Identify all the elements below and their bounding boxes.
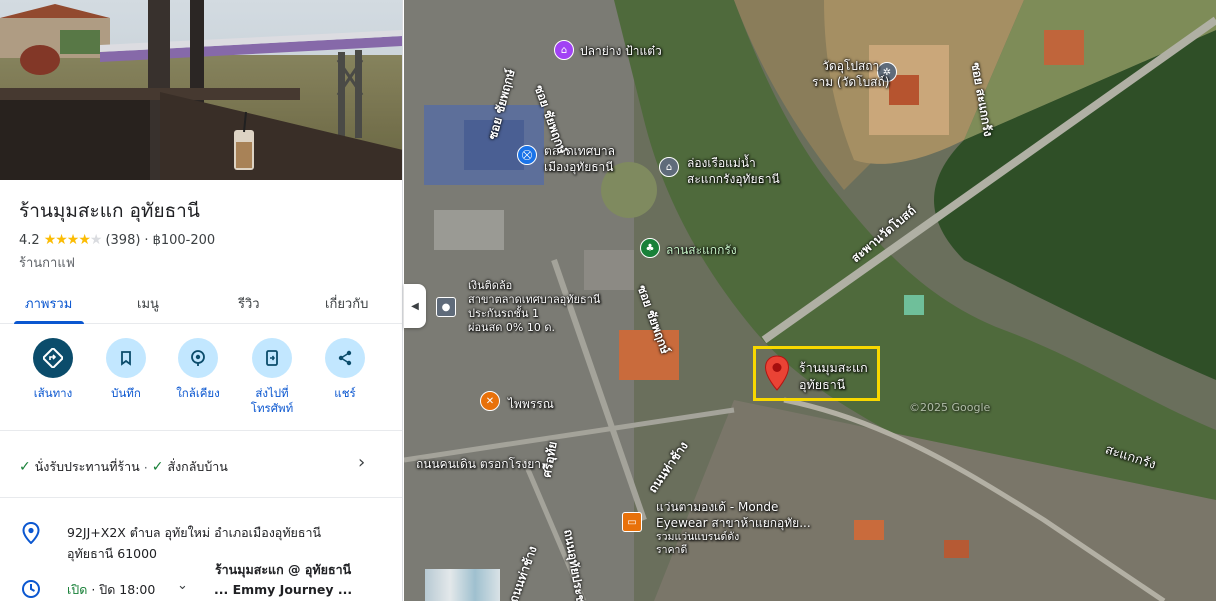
tab-reviews[interactable]: รีวิว xyxy=(238,293,260,314)
chevron-down-icon[interactable]: ⌄ xyxy=(177,578,188,593)
dot-separator: · xyxy=(91,582,96,597)
park-icon[interactable]: ♣ xyxy=(640,238,660,258)
tab-bar: ภาพรวม เมนู รีวิว เกี่ยวกับ xyxy=(0,284,402,324)
restaurant-icon[interactable]: ✕ xyxy=(480,391,500,411)
map-label-phaiphan[interactable]: ไพพรรณ xyxy=(508,396,554,412)
tab-menu[interactable]: เมนู xyxy=(137,293,159,314)
place-title: ร้านมุมสะแก อุทัยธานี xyxy=(19,200,200,222)
caption-line-1: ร้านมุมสะแก @ อุทัยธานี xyxy=(214,562,352,577)
nearby-label: ใกล้เคียง xyxy=(176,386,220,400)
map-label-monde[interactable]: แว่นตามองเด้ - Monde Eyewear สาขาห้าแยกอ… xyxy=(656,499,811,557)
monde-line-2: Eyewear สาขาห้าแยกอุทัย... xyxy=(656,516,811,530)
divider xyxy=(0,497,402,498)
selected-line-2: อุทัยธานี xyxy=(799,377,846,392)
caption-line-2: ... Emmy Journey ... xyxy=(214,582,353,597)
save-label: บันทึก xyxy=(111,386,141,400)
store-icon[interactable]: ▭ xyxy=(622,512,642,532)
tab-about[interactable]: เกี่ยวกับ xyxy=(325,293,368,314)
atm-line-1: เงินติดล้อ xyxy=(468,279,513,292)
chevron-left-icon: ◀ xyxy=(411,300,419,312)
address-line-1: 92JJ+X2X ตำบล อุทัยใหม่ อำเภอเมืองอุทัยธ… xyxy=(67,525,322,540)
dot-separator: · xyxy=(144,232,149,248)
price-range: ฿100-200 xyxy=(152,232,216,248)
address[interactable]: 92JJ+X2X ตำบล อุทัยใหม่ อำเภอเมืองอุทัยธ… xyxy=(67,522,321,564)
monde-line-3: รวมแว่นแบรนด์ดัง xyxy=(656,531,740,543)
share-label: แชร์ xyxy=(334,386,356,400)
selected-place-label[interactable]: ร้านมุมสะแก อุทัยธานี xyxy=(799,359,868,393)
directions-button[interactable]: เส้นทาง xyxy=(17,337,89,401)
review-count[interactable]: (398) xyxy=(105,233,140,248)
share-button[interactable]: แชร์ xyxy=(309,337,381,401)
boat-line-2: สะแกกรังอุทัยธานี xyxy=(687,172,780,186)
map-label-atm[interactable]: เงินติดล้อ สาขาตลาดเทศบาลอุทัยธานี ประกั… xyxy=(468,279,600,335)
boat-line-1: ล่องเรือแม่น้ำ xyxy=(687,156,756,170)
atm-line-3: ประกันรถชั้น 1 xyxy=(468,307,540,320)
monde-line-1: แว่นตามองเด้ - Monde xyxy=(656,500,779,514)
takeout-label: สั่งกลับบ้าน xyxy=(167,459,228,474)
dine-in-label: นั่งรับประทานที่ร้าน xyxy=(34,459,140,474)
dot-separator: · xyxy=(143,459,148,475)
nearby-icon xyxy=(178,338,218,378)
photo-caption-overlay: ร้านมุมสะแก @ อุทัยธานี ... Emmy Journey… xyxy=(214,560,352,600)
directions-icon xyxy=(33,338,73,378)
opening-hours[interactable]: เปิด · ปิด 18:00 xyxy=(67,580,155,600)
map-label-boat[interactable]: ล่องเรือแม่น้ำ สะแกกรังอุทัยธานี xyxy=(687,155,780,187)
wat-line-2: ราม (วัดโบสถ์) xyxy=(812,75,890,89)
place-category[interactable]: ร้านกาแฟ xyxy=(19,252,75,273)
shopping-icon[interactable]: ⌂ xyxy=(554,40,574,60)
map-label-wat[interactable]: วัดอุโปสถา ราม (วัดโบสถ์) xyxy=(812,58,889,90)
rating-stars[interactable]: ★★★★★ xyxy=(43,232,103,248)
selected-line-1: ร้านมุมสะแก xyxy=(799,360,868,375)
cart-icon[interactable]: ⛒ xyxy=(517,145,537,165)
attraction-icon[interactable]: ⌂ xyxy=(659,157,679,177)
location-pin-icon xyxy=(22,521,40,548)
filled-stars-icon: ★★★★ xyxy=(43,232,91,248)
satellite-map[interactable]: ⌂ ปลาย่าง ป้าแต๋ว ✲ วัดอุโปสถา ราม (วัดโ… xyxy=(404,0,1216,601)
wat-line-1: วัดอุโปสถา xyxy=(822,59,880,73)
map-label-walking-street[interactable]: ถนนคนเดิน ตรอกโรงยา xyxy=(416,456,541,472)
open-status: เปิด xyxy=(67,582,88,597)
place-panel: ร้านมุมสะแก อุทัยธานี 4.2 ★★★★★ (398) · … xyxy=(0,0,403,601)
atm-icon[interactable]: ● xyxy=(436,297,456,317)
map-thumbnail[interactable] xyxy=(425,569,500,601)
rating-row: 4.2 ★★★★★ (398) · ฿100-200 xyxy=(19,232,215,248)
chevron-right-icon[interactable]: › xyxy=(358,452,365,473)
check-icon: ✓ xyxy=(19,459,31,475)
divider xyxy=(0,430,402,431)
market-line-2: เมืองอุทัยธานี xyxy=(544,160,614,174)
service-options[interactable]: ✓ นั่งรับประทานที่ร้าน · ✓ สั่งกลับบ้าน xyxy=(19,457,379,477)
nearby-button[interactable]: ใกล้เคียง xyxy=(162,337,234,401)
monde-line-4: ราคาดี xyxy=(656,544,688,556)
check-icon: ✓ xyxy=(151,459,164,475)
place-photo[interactable] xyxy=(0,0,402,180)
rating-value: 4.2 xyxy=(19,232,40,248)
send-to-phone-button[interactable]: ส่งไปที่ โทรศัพท์ xyxy=(236,337,308,416)
map-label-lan[interactable]: ลานสะแกกรัง xyxy=(666,242,737,258)
atm-line-4: ผ่อนสด 0% 10 ด. xyxy=(468,321,556,334)
selected-place-pin-icon[interactable] xyxy=(764,355,790,395)
empty-star-icon: ★ xyxy=(89,232,103,248)
map-label-pla-yang[interactable]: ปลาย่าง ป้าแต๋ว xyxy=(580,43,662,59)
tab-overview[interactable]: ภาพรวม xyxy=(25,293,72,314)
collapse-panel-button[interactable]: ◀ xyxy=(404,284,426,328)
closing-time: ปิด 18:00 xyxy=(99,582,156,597)
directions-label: เส้นทาง xyxy=(33,386,73,400)
send-to-phone-label: ส่งไปที่ โทรศัพท์ xyxy=(250,386,294,415)
action-buttons: เส้นทาง บันทึก ใกล้เคียง ส่งไปที่ โทรศัพ… xyxy=(0,337,402,427)
clock-icon xyxy=(21,579,41,601)
save-button[interactable]: บันทึก xyxy=(90,337,162,401)
active-tab-indicator xyxy=(14,321,84,324)
share-icon xyxy=(325,338,365,378)
atm-line-2: สาขาตลาดเทศบาลอุทัยธานี xyxy=(468,293,601,306)
bookmark-icon xyxy=(106,338,146,378)
send-to-phone-icon xyxy=(252,338,292,378)
map-watermark: ©2025 Google xyxy=(909,401,991,414)
